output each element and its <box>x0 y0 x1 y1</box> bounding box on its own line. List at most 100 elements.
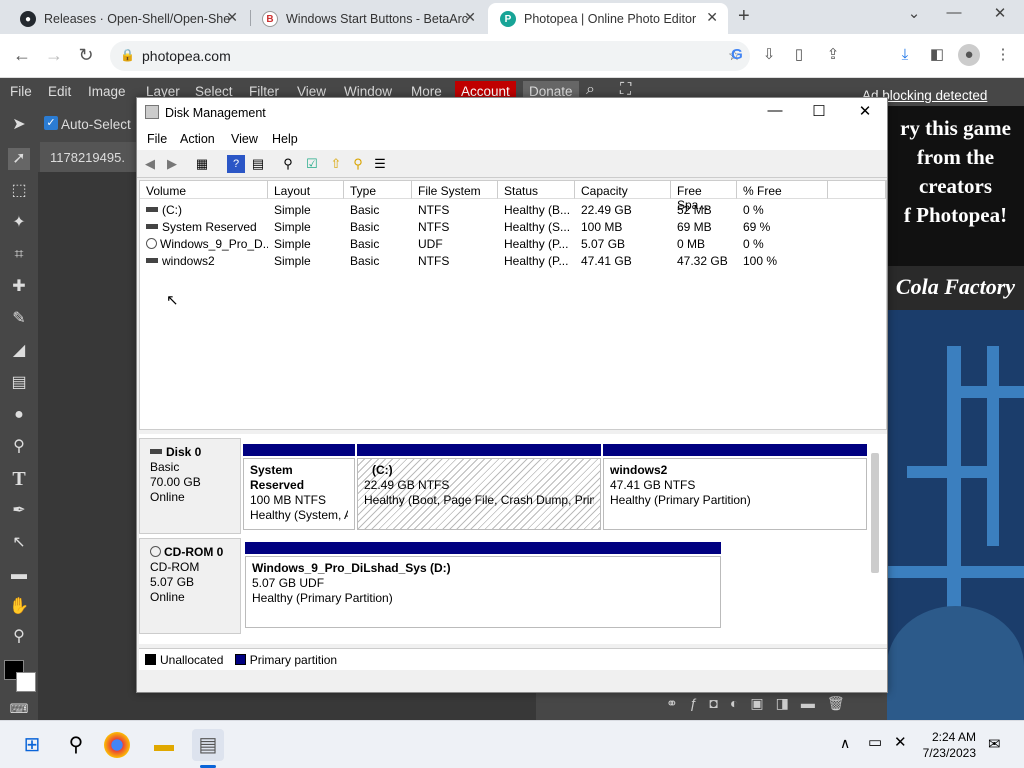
check-icon[interactable]: ☑ <box>303 155 321 173</box>
keyboard-icon[interactable]: ⌨ <box>8 698 30 720</box>
partition-status: Healthy (System, A <box>250 508 348 522</box>
list-view-icon[interactable]: ☰ <box>371 155 389 173</box>
background-color-swatch[interactable] <box>16 672 36 692</box>
partition-size: 100 MB NTFS <box>250 493 327 507</box>
more-menu-icon[interactable]: ⋮ <box>992 44 1014 66</box>
menu-view[interactable]: View <box>231 132 258 146</box>
folder-up-icon[interactable]: ⇧ <box>327 155 345 173</box>
address-bar[interactable]: 🔒 photopea.com ☆ <box>110 41 750 71</box>
brush-tool-icon[interactable]: ✎ <box>8 308 30 330</box>
type-tool-icon[interactable]: T <box>8 468 30 490</box>
reload-icon[interactable]: ↻ <box>74 44 98 68</box>
menu-file[interactable]: File <box>147 132 167 146</box>
volume-icon[interactable]: ✕ <box>894 733 907 751</box>
back-icon[interactable]: ← <box>10 44 34 68</box>
document-tab[interactable]: 1178219495. <box>40 142 136 172</box>
close-window-icon[interactable]: ✕ <box>986 4 1014 26</box>
menu-help[interactable]: Help <box>272 132 298 146</box>
partition-c[interactable]: (C:) 22.49 GB NTFS Healthy (Boot, Page F… <box>357 444 601 530</box>
path-select-icon[interactable]: ↖ <box>8 532 30 554</box>
chevron-down-icon[interactable]: ⌄ <box>900 4 928 26</box>
crop-tool-icon[interactable]: ⌗ <box>8 244 30 266</box>
help-icon[interactable]: ? <box>227 155 245 173</box>
disk0-label[interactable]: Disk 0 Basic 70.00 GB Online <box>139 438 241 534</box>
cell-capacity: 22.49 GB <box>581 203 632 217</box>
page-icon[interactable]: ▯ <box>788 44 810 66</box>
dodge-tool-icon[interactable]: ⚲ <box>8 436 30 458</box>
profile-avatar-icon[interactable]: ● <box>958 44 980 66</box>
move-tool-icon[interactable]: ➤ <box>8 114 30 136</box>
connect-icon[interactable]: ⚲ <box>279 155 297 173</box>
heal-tool-icon[interactable]: ✚ <box>8 276 30 298</box>
title-bar[interactable]: Disk Management — ☐ ✕ <box>137 98 887 128</box>
layer-tools-icon[interactable]: ⚭ƒ◘◐▣◨▬🗑 <box>666 695 857 712</box>
partition-bar <box>245 542 721 554</box>
chrome-icon[interactable] <box>104 732 130 758</box>
cell-type: Basic <box>350 237 380 251</box>
pen-tool-icon[interactable]: ✒ <box>8 500 30 522</box>
zoom-tool-icon[interactable]: ⚲ <box>8 626 30 648</box>
legend-unallocated: Unallocated <box>160 653 224 667</box>
properties-icon[interactable]: ▤ <box>249 155 267 173</box>
close-button[interactable]: ✕ <box>843 102 887 124</box>
url-text[interactable]: photopea.com <box>142 48 231 64</box>
google-icon[interactable]: G <box>726 44 748 66</box>
hand-tool-icon[interactable]: ✋ <box>8 596 30 618</box>
search-icon[interactable]: ⚲ <box>60 729 92 761</box>
sidepanel-icon[interactable]: ◧ <box>926 44 948 66</box>
notification-icon[interactable]: ✉ <box>988 735 1001 753</box>
pp-menu-edit[interactable]: Edit <box>48 84 71 99</box>
partition-system-reserved[interactable]: System Reserved 100 MB NTFS Healthy (Sys… <box>243 444 355 530</box>
select-tool-icon[interactable]: ➚ <box>8 148 30 170</box>
close-icon[interactable]: ✕ <box>464 9 476 26</box>
network-icon[interactable]: ▭ <box>868 733 882 751</box>
tab-betaarchive[interactable]: B Windows Start Buttons - BetaArc ✕ <box>250 3 486 34</box>
tab-title: Photopea | Online Photo Editor <box>524 11 697 26</box>
eraser-tool-icon[interactable]: ◢ <box>8 340 30 362</box>
install-icon[interactable]: ⇩ <box>758 44 780 66</box>
col-free-space[interactable]: Free Spa... <box>671 181 737 212</box>
col-volume[interactable]: Volume <box>140 181 268 199</box>
marquee-tool-icon[interactable]: ⬚ <box>8 180 30 202</box>
close-icon[interactable]: ✕ <box>226 9 238 26</box>
col-status[interactable]: Status <box>498 181 575 199</box>
file-explorer-icon[interactable]: ▬ <box>148 729 180 761</box>
col-layout[interactable]: Layout <box>268 181 344 199</box>
auto-select-checkbox[interactable]: ✓ <box>44 116 58 130</box>
forward-icon[interactable]: → <box>42 44 66 68</box>
clock[interactable]: 2:24 AM 7/23/2023 <box>912 729 976 761</box>
blur-tool-icon[interactable]: ● <box>8 404 30 426</box>
console-tree-icon[interactable]: ▦ <box>193 155 211 173</box>
col-file-system[interactable]: File System <box>412 181 498 199</box>
share-icon[interactable]: ⇪ <box>822 44 844 66</box>
chevron-up-icon[interactable]: ∧ <box>840 735 850 752</box>
pp-menu-file[interactable]: File <box>10 84 32 99</box>
menu-action[interactable]: Action <box>180 132 215 146</box>
gradient-tool-icon[interactable]: ▤ <box>8 372 30 394</box>
magic-wand-icon[interactable]: ✦ <box>8 212 30 234</box>
pp-menu-image[interactable]: Image <box>88 84 126 99</box>
col-percent-free[interactable]: % Free <box>737 181 828 199</box>
partition-windows2[interactable]: windows2 47.41 GB NTFS Healthy (Primary … <box>603 444 867 530</box>
scrollbar[interactable] <box>871 453 879 573</box>
disk-management-taskbar-icon[interactable]: ▤ <box>192 729 224 761</box>
partition-name: windows2 <box>610 463 668 477</box>
maximize-button[interactable]: ☐ <box>797 102 841 124</box>
back-icon[interactable]: ◀ <box>141 155 159 173</box>
forward-icon[interactable]: ▶ <box>163 155 181 173</box>
tab-github[interactable]: ● Releases · Open-Shell/Open-She ✕ <box>8 3 248 34</box>
partition-d[interactable]: Windows_9_Pro_DiLshad_Sys (D:) 5.07 GB U… <box>245 542 721 628</box>
download-icon[interactable]: ⤓ <box>894 44 916 66</box>
col-capacity[interactable]: Capacity <box>575 181 671 199</box>
start-button-icon[interactable]: ⊞ <box>16 729 48 761</box>
advertisement[interactable]: ry this game from the creators f Photope… <box>887 106 1024 726</box>
cdrom0-label[interactable]: CD-ROM 0 CD-ROM 5.07 GB Online <box>139 538 241 634</box>
tab-photopea[interactable]: P Photopea | Online Photo Editor ✕ <box>488 3 728 34</box>
search-folder-icon[interactable]: ⚲ <box>349 155 367 173</box>
new-tab-button[interactable]: + <box>738 5 750 28</box>
shape-tool-icon[interactable]: ▬ <box>8 564 30 586</box>
minimize-button[interactable]: — <box>753 102 797 124</box>
col-type[interactable]: Type <box>344 181 412 199</box>
close-icon[interactable]: ✕ <box>706 9 718 26</box>
minimize-icon[interactable]: — <box>940 4 968 26</box>
